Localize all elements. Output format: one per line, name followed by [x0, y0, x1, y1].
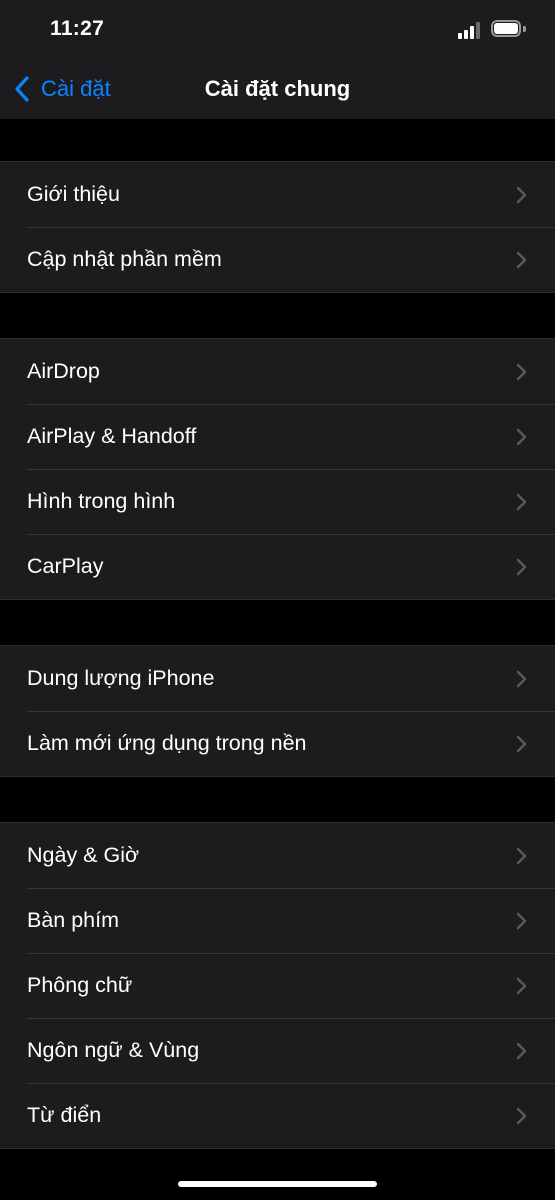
chevron-right-icon: [516, 493, 527, 511]
settings-list: Giới thiệu Cập nhật phần mềm AirDrop Air…: [0, 119, 555, 1149]
settings-group-locale: Ngày & Giờ Bàn phím Phông chữ Ngôn ngữ &…: [0, 822, 555, 1149]
settings-row-carplay[interactable]: CarPlay: [0, 534, 555, 599]
settings-group-connectivity: AirDrop AirPlay & Handoff Hình trong hìn…: [0, 338, 555, 600]
row-label: CarPlay: [27, 554, 104, 578]
settings-row-date-time[interactable]: Ngày & Giờ: [0, 823, 555, 888]
row-label: Giới thiệu: [27, 182, 120, 206]
chevron-right-icon: [516, 912, 527, 930]
settings-row-keyboard[interactable]: Bàn phím: [0, 888, 555, 953]
chevron-right-icon: [516, 428, 527, 446]
row-label: AirPlay & Handoff: [27, 424, 197, 448]
chevron-right-icon: [516, 186, 527, 204]
status-time: 11:27: [50, 17, 105, 40]
settings-row-dictionary[interactable]: Từ điển: [0, 1083, 555, 1148]
row-label: AirDrop: [27, 359, 100, 383]
settings-row-about[interactable]: Giới thiệu: [0, 162, 555, 227]
settings-row-fonts[interactable]: Phông chữ: [0, 953, 555, 1018]
row-label: Ngôn ngữ & Vùng: [27, 1038, 200, 1062]
chevron-right-icon: [516, 847, 527, 865]
navigation-bar: Cài đặt Cài đặt chung: [0, 60, 555, 119]
row-label: Dung lượng iPhone: [27, 666, 215, 690]
settings-row-language-region[interactable]: Ngôn ngữ & Vùng: [0, 1018, 555, 1083]
cellular-signal-icon: [458, 21, 484, 39]
settings-row-airplay-handoff[interactable]: AirPlay & Handoff: [0, 404, 555, 469]
row-label: Cập nhật phần mềm: [27, 247, 222, 271]
home-indicator[interactable]: [178, 1181, 377, 1187]
status-bar: 11:27: [0, 0, 555, 60]
chevron-right-icon: [516, 977, 527, 995]
chevron-right-icon: [516, 251, 527, 269]
chevron-right-icon: [516, 558, 527, 576]
chevron-right-icon: [516, 735, 527, 753]
settings-row-picture-in-picture[interactable]: Hình trong hình: [0, 469, 555, 534]
settings-group-about: Giới thiệu Cập nhật phần mềm: [0, 161, 555, 293]
row-label: Từ điển: [27, 1103, 102, 1127]
battery-icon: [491, 20, 527, 40]
row-label: Ngày & Giờ: [27, 843, 140, 867]
chevron-right-icon: [516, 1042, 527, 1060]
settings-row-iphone-storage[interactable]: Dung lượng iPhone: [0, 646, 555, 711]
row-label: Bàn phím: [27, 908, 120, 932]
chevron-right-icon: [516, 363, 527, 381]
settings-group-storage: Dung lượng iPhone Làm mới ứng dụng trong…: [0, 645, 555, 777]
chevron-right-icon: [516, 670, 527, 688]
page-title: Cài đặt chung: [204, 76, 351, 101]
settings-row-software-update[interactable]: Cập nhật phần mềm: [0, 227, 555, 292]
row-label: Phông chữ: [27, 973, 133, 997]
settings-row-background-app-refresh[interactable]: Làm mới ứng dụng trong nền: [0, 711, 555, 776]
row-label: Làm mới ứng dụng trong nền: [27, 731, 307, 755]
settings-row-airdrop[interactable]: AirDrop: [0, 339, 555, 404]
row-label: Hình trong hình: [27, 489, 176, 513]
chevron-right-icon: [516, 1107, 527, 1125]
